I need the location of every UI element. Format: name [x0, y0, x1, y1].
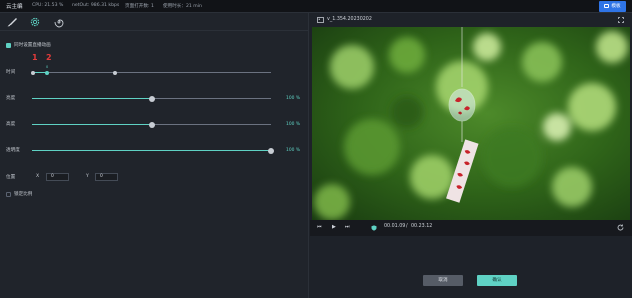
fullscreen-icon[interactable] — [618, 17, 624, 23]
x-input[interactable]: 0 — [46, 173, 69, 181]
next-icon[interactable]: ⏭ — [345, 224, 350, 230]
player-controls: ⏮ ▶ ⏭ 00.01.09 / 00.23.12 — [310, 220, 632, 236]
lock-ratio-option[interactable]: 锁定比例 — [6, 191, 32, 197]
preview-panel: v_1.354.20230202 ⏮ ▶ ⏭ 00.01.09 / 00.23.… — [310, 13, 632, 298]
connections-stat: 页面打开数: 1 — [125, 4, 154, 9]
settings-panel: 同时设置直播动画 1 2 0 时间 亮度 100 % 高度 100 % 透明度 … — [0, 13, 309, 298]
time-keyframe-1[interactable] — [31, 70, 35, 75]
video-preview[interactable] — [312, 27, 630, 220]
opacity-value: 100 % — [286, 148, 300, 153]
time-keyframe-3[interactable] — [113, 70, 117, 75]
template-button[interactable]: 模板 — [599, 1, 626, 12]
wind-chime-image — [312, 27, 630, 220]
window-icon — [604, 3, 610, 8]
previous-icon[interactable]: ⏮ — [317, 224, 322, 230]
file-name: v_1.354.20230202 — [327, 17, 372, 22]
duration-stat: 使用时长：21 min — [163, 4, 202, 9]
time-label: 时间 — [6, 70, 16, 75]
contrast-value: 100 % — [286, 122, 300, 127]
keyframe-sub-label: 0 — [46, 65, 49, 69]
brush-icon[interactable] — [6, 16, 18, 28]
lock-ratio-checkbox[interactable] — [6, 191, 11, 197]
contrast-slider-handle[interactable] — [148, 121, 155, 128]
sync-checkbox[interactable] — [6, 42, 11, 48]
time-current: 00.01.09 — [384, 224, 406, 229]
opacity-fill — [32, 150, 271, 152]
time-total: 00.23.12 — [411, 224, 433, 229]
cpu-stat: CPU: 21.53 % — [32, 3, 64, 8]
gear-icon[interactable] — [29, 16, 41, 28]
top-bar: 云主编 CPU: 21.53 % netOut: 986.31 kbps 页面打… — [0, 0, 632, 13]
position-label: 位置 — [6, 175, 16, 180]
refresh-icon[interactable] — [617, 224, 624, 231]
tool-bar — [0, 13, 309, 31]
time-track[interactable] — [32, 72, 271, 74]
annotation-marker-1: 1 — [32, 53, 38, 62]
play-icon[interactable]: ▶ — [332, 224, 336, 230]
app-title: 云主编 — [6, 4, 23, 10]
time-keyframe-2[interactable] — [45, 70, 49, 75]
shield-icon — [371, 225, 377, 231]
annotation-marker-2: 2 — [46, 53, 52, 62]
contrast-fill — [32, 124, 152, 126]
cancel-button[interactable]: 取消 — [423, 275, 463, 286]
opacity-slider-handle[interactable] — [268, 147, 274, 154]
brightness-slider-handle[interactable] — [148, 95, 155, 102]
brightness-value: 100 % — [286, 96, 300, 101]
preview-header: v_1.354.20230202 — [310, 13, 632, 27]
opacity-label: 透明度 — [6, 148, 20, 153]
sync-animation-option[interactable]: 同时设置直播动画 — [6, 42, 51, 48]
brightness-fill — [32, 98, 152, 100]
spiral-icon[interactable] — [53, 16, 65, 28]
netout-stat: netOut: 986.31 kbps — [72, 3, 120, 8]
brightness-label: 亮度 — [6, 96, 16, 101]
contrast-label: 高度 — [6, 122, 16, 127]
x-label: X — [36, 174, 40, 179]
time-separator: / — [406, 224, 408, 229]
image-icon — [317, 17, 324, 23]
y-label: Y — [86, 174, 89, 179]
y-input[interactable]: 0 — [95, 173, 118, 181]
confirm-button[interactable]: 确认 — [477, 275, 517, 286]
